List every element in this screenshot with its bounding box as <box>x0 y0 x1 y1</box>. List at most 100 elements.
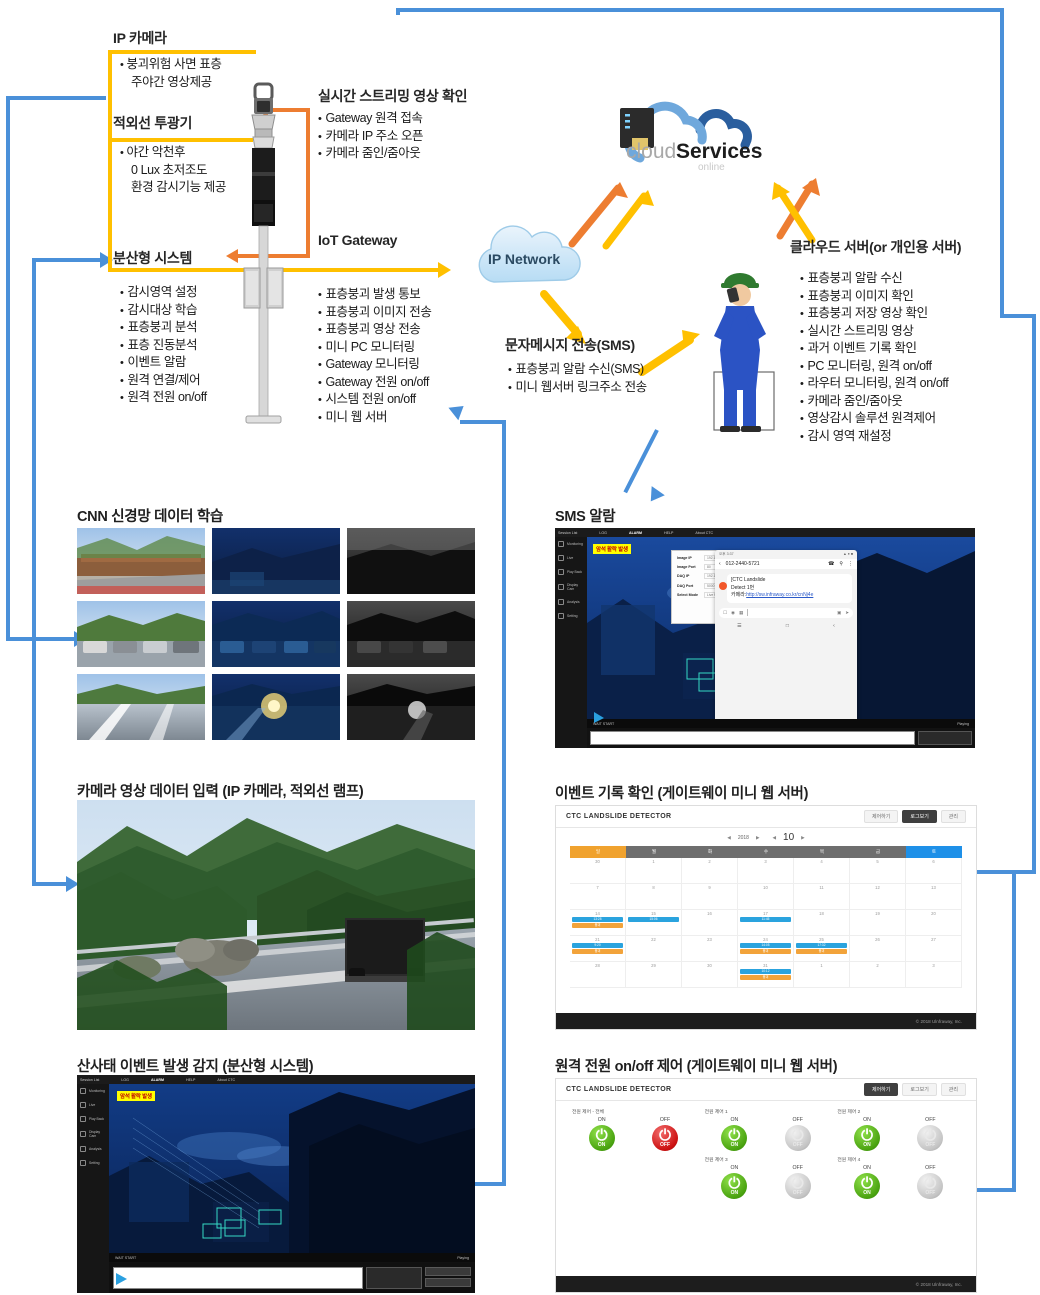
calendar-cell[interactable]: 19 <box>850 910 906 936</box>
calendar-cell[interactable]: 22 <box>626 936 682 962</box>
send-icon[interactable]: ➤ <box>845 610 849 616</box>
calendar-cell[interactable]: 1 <box>626 858 682 884</box>
calendar-event-orange[interactable]: 붕괴 <box>572 923 623 928</box>
calendar-cell[interactable]: 10 <box>738 884 794 910</box>
sidebar-item-playback-2[interactable]: Play Back <box>77 1112 109 1126</box>
calendar-cell[interactable]: 5 <box>850 858 906 884</box>
power-off-button[interactable]: ⏻ OFF <box>917 1173 944 1199</box>
phone-sms-overlay[interactable]: 오후 3:37 ▲ ● ■ ‹ 012-2440-5721 ☎ ⚲ ⋮ [CTC… <box>715 550 857 730</box>
btn-viewlog-p[interactable]: 로그보기 <box>902 1083 937 1096</box>
sms-link[interactable]: http://sw.infraway.co.kr/cnNj4e <box>746 592 813 598</box>
apps-icon[interactable]: ▦ <box>739 610 743 616</box>
more-icon[interactable]: ⋮ <box>848 561 853 567</box>
power-on-button[interactable]: ⏻ ON <box>721 1125 748 1151</box>
calendar-cell[interactable]: 8 <box>626 884 682 910</box>
cal-year-prev-icon[interactable]: ◀ <box>727 835 731 841</box>
sidebar-item-setting[interactable]: Setting <box>555 609 587 623</box>
calendar-cell[interactable]: 16 <box>682 910 738 936</box>
calendar-cell[interactable]: 18 <box>794 910 850 936</box>
calendar-event-orange[interactable]: 붕괴 <box>740 975 791 980</box>
calendar-event-orange[interactable]: 붕괴 <box>572 949 623 954</box>
gallery-icon[interactable]: ☐ <box>723 610 727 616</box>
power-off-button[interactable]: ⏻ OFF <box>652 1125 679 1151</box>
calendar-grid[interactable]: 30 1 2 3 4 5 6 7 8 9 10 11 12 13 14 13:28 붕괴 15 15:06 16 17 1… <box>570 858 962 988</box>
btn-control-p[interactable]: 제어하기 <box>863 1083 899 1096</box>
calendar-cell[interactable]: 24 14:05 붕괴 <box>738 936 794 962</box>
cctv-log-list-top[interactable] <box>918 731 972 745</box>
sidebar-item-displaycam-2[interactable]: Display Cam <box>77 1126 109 1142</box>
back-nav-icon[interactable]: ‹ <box>833 623 835 629</box>
calendar-event-orange[interactable]: 붕괴 <box>796 949 847 954</box>
power-on-button[interactable]: ⏻ ON <box>854 1125 881 1151</box>
calendar-cell[interactable]: 3 <box>906 962 962 988</box>
calendar-cell[interactable]: 23 <box>682 936 738 962</box>
calendar-cell[interactable]: 2 <box>850 962 906 988</box>
cal-month-next-icon[interactable]: ▶ <box>801 835 805 841</box>
btn-manage-p[interactable]: 관리 <box>940 1083 966 1096</box>
cctv-log-list[interactable] <box>366 1267 422 1289</box>
power-control-app[interactable]: CTC LANDSLIDE DETECTOR 제어하기 로그보기 관리 전원 제… <box>555 1078 977 1293</box>
calendar-event-blue[interactable]: 17:32 <box>796 943 847 948</box>
calendar-cell[interactable]: 13 <box>906 884 962 910</box>
calendar-event-blue[interactable]: 15:06 <box>628 917 679 922</box>
camera-icon-phone[interactable]: ◉ <box>731 610 735 616</box>
power-on-button[interactable]: ⏻ ON <box>854 1173 881 1199</box>
calendar-event-blue[interactable]: 13:28 <box>572 917 623 922</box>
sidebar-item-analysis-2[interactable]: Analysis <box>77 1142 109 1156</box>
btn-viewlog[interactable]: 로그보기 <box>902 810 937 823</box>
sidebar-item-monitoring[interactable]: Monitoring <box>555 537 587 551</box>
cctv-menu-alarm-2[interactable]: ALARM <box>151 1078 164 1082</box>
btn-manage[interactable]: 관리 <box>940 810 966 823</box>
cctv-menu-log[interactable]: LOG <box>599 531 607 535</box>
sidebar-item-monitoring-2[interactable]: Monitoring <box>77 1084 109 1098</box>
calendar-event-blue[interactable]: 14:05 <box>740 943 791 948</box>
power-on-button[interactable]: ⏻ ON <box>588 1125 615 1151</box>
sidebar-item-setting-2[interactable]: Setting <box>77 1156 109 1170</box>
back-icon[interactable]: ‹ <box>719 561 721 567</box>
cctv-menu-about[interactable]: About CTC <box>695 531 713 535</box>
calendar-event-blue[interactable]: 9:20 <box>572 943 623 948</box>
cctv-menu-help-2[interactable]: HELP <box>186 1078 195 1082</box>
calendar-cell[interactable]: 7 <box>570 884 626 910</box>
cctv-menu-about-2[interactable]: About CTC <box>217 1078 235 1082</box>
calendar-cell[interactable]: 26 <box>850 936 906 962</box>
calendar-cell[interactable]: 29 <box>626 962 682 988</box>
calendar-cell[interactable]: 15 15:06 <box>626 910 682 936</box>
calendar-event-blue[interactable]: 11:45 <box>740 917 791 922</box>
power-off-button[interactable]: ⏻ OFF <box>784 1173 811 1199</box>
cctv-log-textarea-top[interactable] <box>590 731 915 745</box>
calendar-cell[interactable]: 2 <box>682 858 738 884</box>
power-on-button[interactable]: ⏻ ON <box>721 1173 748 1199</box>
sidebar-item-playback[interactable]: Play Back <box>555 565 587 579</box>
power-off-button[interactable]: ⏻ OFF <box>784 1125 811 1151</box>
cctv-menu-log-2[interactable]: LOG <box>121 1078 129 1082</box>
cctv-log-textarea[interactable] <box>113 1267 363 1289</box>
search-icon[interactable]: ⚲ <box>839 561 843 567</box>
recents-icon[interactable]: ☰ <box>737 623 741 629</box>
event-log-app[interactable]: CTC LANDSLIDE DETECTOR 제어하기 로그보기 관리 ◀ 20… <box>555 805 977 1030</box>
calendar-cell[interactable]: 21 9:20 붕괴 <box>570 936 626 962</box>
home-icon[interactable]: □ <box>786 623 789 629</box>
btn-control[interactable]: 제어하기 <box>863 810 899 823</box>
cctv-btn-b[interactable] <box>425 1278 471 1287</box>
calendar-cell[interactable]: 28 <box>570 962 626 988</box>
power-off-button[interactable]: ⏻ OFF <box>917 1125 944 1151</box>
calendar-cell[interactable]: 12 <box>850 884 906 910</box>
calendar-cell[interactable]: 11 <box>794 884 850 910</box>
landslide-detect-app[interactable]: Session List LOG ALARM HELP About CTC Mo… <box>77 1075 475 1293</box>
calendar-cell[interactable]: 1 <box>794 962 850 988</box>
sidebar-item-displaycam[interactable]: Display Cam <box>555 579 587 595</box>
cctv-menu-help[interactable]: HELP <box>664 531 673 535</box>
sms-alarm-app[interactable]: Session List LOG ALARM HELP About CTC Mo… <box>555 528 975 748</box>
cal-year-next-icon[interactable]: ▶ <box>756 835 760 841</box>
sidebar-item-analysis[interactable]: Analysis <box>555 595 587 609</box>
calendar-cell[interactable]: 4 <box>794 858 850 884</box>
sidebar-item-live-2[interactable]: Live <box>77 1098 109 1112</box>
calendar-cell[interactable]: 27 <box>906 936 962 962</box>
calendar-cell[interactable]: 3 <box>738 858 794 884</box>
cal-month-prev-icon[interactable]: ◀ <box>773 835 777 841</box>
sidebar-item-live[interactable]: Live <box>555 551 587 565</box>
calendar-event-blue[interactable]: 10:12 <box>740 969 791 974</box>
sticker-icon[interactable]: ▣ <box>837 610 841 616</box>
call-icon[interactable]: ☎ <box>828 561 834 567</box>
